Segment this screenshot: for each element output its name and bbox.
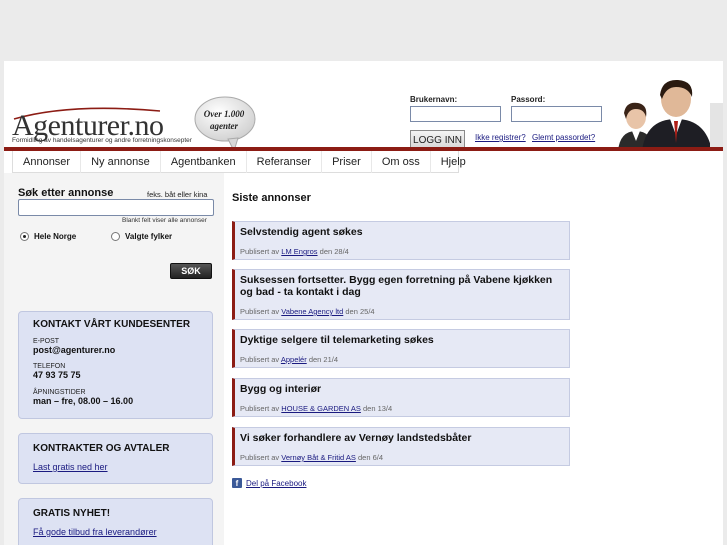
contracts-box: KONTRAKTER OG AVTALER Last gratis ned he… — [18, 433, 213, 484]
ad-item[interactable]: Selvstendig agent søkes Publisert av LM … — [232, 221, 570, 260]
nav-agentbanken[interactable]: Agentbanken — [161, 151, 247, 173]
search-button[interactable]: SØK — [170, 263, 212, 279]
radio-unchecked-icon — [111, 232, 120, 241]
search-input[interactable] — [18, 199, 214, 216]
radio-hele-norge[interactable]: Hele Norge — [20, 232, 76, 241]
nav-referanser[interactable]: Referanser — [247, 151, 323, 173]
password-input[interactable] — [511, 106, 602, 122]
ad-meta-prefix: Publisert av — [240, 355, 280, 364]
ad-date: den 13/4 — [362, 404, 393, 413]
ad-company-link[interactable]: Appelér — [281, 355, 307, 364]
search-hint: feks. båt eller kina — [147, 190, 208, 199]
username-label: Brukernavn: — [410, 95, 458, 104]
logo-tagline: Formidling av handelsagenturer og andre … — [12, 137, 192, 144]
contracts-link[interactable]: Last gratis ned her — [33, 462, 108, 472]
ad-meta: Publisert av HOUSE & GARDEN AS den 13/4 — [240, 404, 392, 413]
contact-title: KONTAKT VÅRT KUNDESENTER — [33, 319, 191, 330]
phone-label: TELEFON — [33, 363, 66, 370]
news-box: GRATIS NYHET! Få gode tilbud fra leveran… — [18, 498, 213, 545]
ad-company-link[interactable]: Vabene Agency ltd — [281, 307, 343, 316]
ad-meta-prefix: Publisert av — [240, 307, 280, 316]
logo[interactable]: Agenturer.no Formidling av handelsagentu… — [12, 105, 212, 149]
ad-title[interactable]: Selvstendig agent søkes — [240, 226, 565, 238]
ad-date: den 28/4 — [319, 247, 349, 256]
news-title: GRATIS NYHET! — [33, 508, 111, 519]
nav-annonser[interactable]: Annonser — [13, 151, 82, 173]
ad-company-link[interactable]: LM Engros — [281, 247, 317, 256]
sidebar: Søk etter annonse feks. båt eller kina B… — [4, 173, 224, 545]
phone-value: 47 93 75 75 — [33, 370, 81, 380]
hours-value: man – fre, 08.00 – 16.00 — [33, 396, 134, 406]
latest-ads-title: Siste annonser — [232, 192, 311, 204]
contracts-title: KONTRAKTER OG AVTALER — [33, 443, 170, 454]
ad-date: den 6/4 — [358, 453, 384, 462]
ad-date: den 25/4 — [345, 307, 375, 316]
nav-om-oss[interactable]: Om oss — [372, 151, 431, 173]
ad-company-link[interactable]: Vernøy Båt & Fritid AS — [281, 453, 356, 462]
nav-priser[interactable]: Priser — [322, 151, 372, 173]
nav-ny-annonse[interactable]: Ny annonse — [81, 151, 161, 173]
ad-company-link[interactable]: HOUSE & GARDEN AS — [281, 404, 361, 413]
business-people-image — [618, 79, 723, 151]
ad-item[interactable]: Dyktige selgere til telemarketing søkes … — [232, 329, 570, 368]
ad-item[interactable]: Vi søker forhandlere av Vernøy landsteds… — [232, 427, 570, 466]
email-value[interactable]: post@agenturer.no — [33, 345, 115, 355]
ad-meta: Publisert av Appelér den 21/4 — [240, 355, 338, 364]
register-link[interactable]: Ikke registrer? — [475, 133, 526, 142]
search-note: Blankt felt viser alle annonser — [122, 217, 207, 224]
username-input[interactable] — [410, 106, 501, 122]
news-link[interactable]: Få gode tilbud fra leverandører — [33, 527, 157, 537]
ad-meta: Publisert av Vabene Agency ltd den 25/4 — [240, 307, 375, 316]
ad-title[interactable]: Bygg og interiør — [240, 383, 565, 395]
nav-hjelp[interactable]: Hjelp — [431, 151, 476, 173]
radio-checked-icon — [20, 232, 29, 241]
ad-item[interactable]: Suksessen fortsetter. Bygg egen forretni… — [232, 269, 570, 320]
bubble-line-2: agenter — [210, 121, 238, 131]
ad-title[interactable]: Vi søker forhandlere av Vernøy landsteds… — [240, 432, 565, 444]
ad-item[interactable]: Bygg og interiør Publisert av HOUSE & GA… — [232, 378, 570, 417]
bubble-line-1: Over 1.000 — [203, 109, 245, 119]
ad-date: den 21/4 — [308, 355, 339, 364]
ad-title[interactable]: Dyktige selgere til telemarketing søkes — [240, 334, 565, 346]
ad-meta: Publisert av LM Engros den 28/4 — [240, 247, 349, 256]
main-nav: Annonser Ny annonse Agentbanken Referans… — [12, 151, 466, 173]
ad-meta-prefix: Publisert av — [240, 247, 280, 256]
forgot-password-link[interactable]: Glemt passordet? — [532, 133, 595, 142]
facebook-share[interactable]: f Del på Facebook — [232, 478, 306, 488]
ad-meta: Publisert av Vernøy Båt & Fritid AS den … — [240, 453, 383, 462]
page: Agenturer.no Formidling av handelsagentu… — [4, 61, 723, 545]
ad-title[interactable]: Suksessen fortsetter. Bygg egen forretni… — [240, 274, 565, 298]
radio-valgte-fylker-label: Valgte fylker — [125, 232, 173, 241]
contact-box: KONTAKT VÅRT KUNDESENTER E-POST post@age… — [18, 311, 213, 419]
facebook-share-link[interactable]: Del på Facebook — [246, 479, 306, 488]
header: Agenturer.no Formidling av handelsagentu… — [4, 61, 723, 153]
email-label: E-POST — [33, 338, 60, 345]
facebook-icon: f — [232, 478, 242, 488]
agent-count-bubble: Over 1.000 agenter — [194, 95, 258, 153]
ad-meta-prefix: Publisert av — [240, 453, 280, 462]
radio-hele-norge-label: Hele Norge — [34, 232, 77, 241]
password-label: Passord: — [511, 95, 546, 104]
bubble-text: Over 1.000 agenter — [194, 108, 254, 132]
search-title: Søk etter annonse — [18, 187, 114, 199]
ad-meta-prefix: Publisert av — [240, 404, 280, 413]
radio-valgte-fylker[interactable]: Valgte fylker — [111, 232, 172, 241]
hours-label: ÅPNINGSTIDER — [33, 389, 86, 396]
